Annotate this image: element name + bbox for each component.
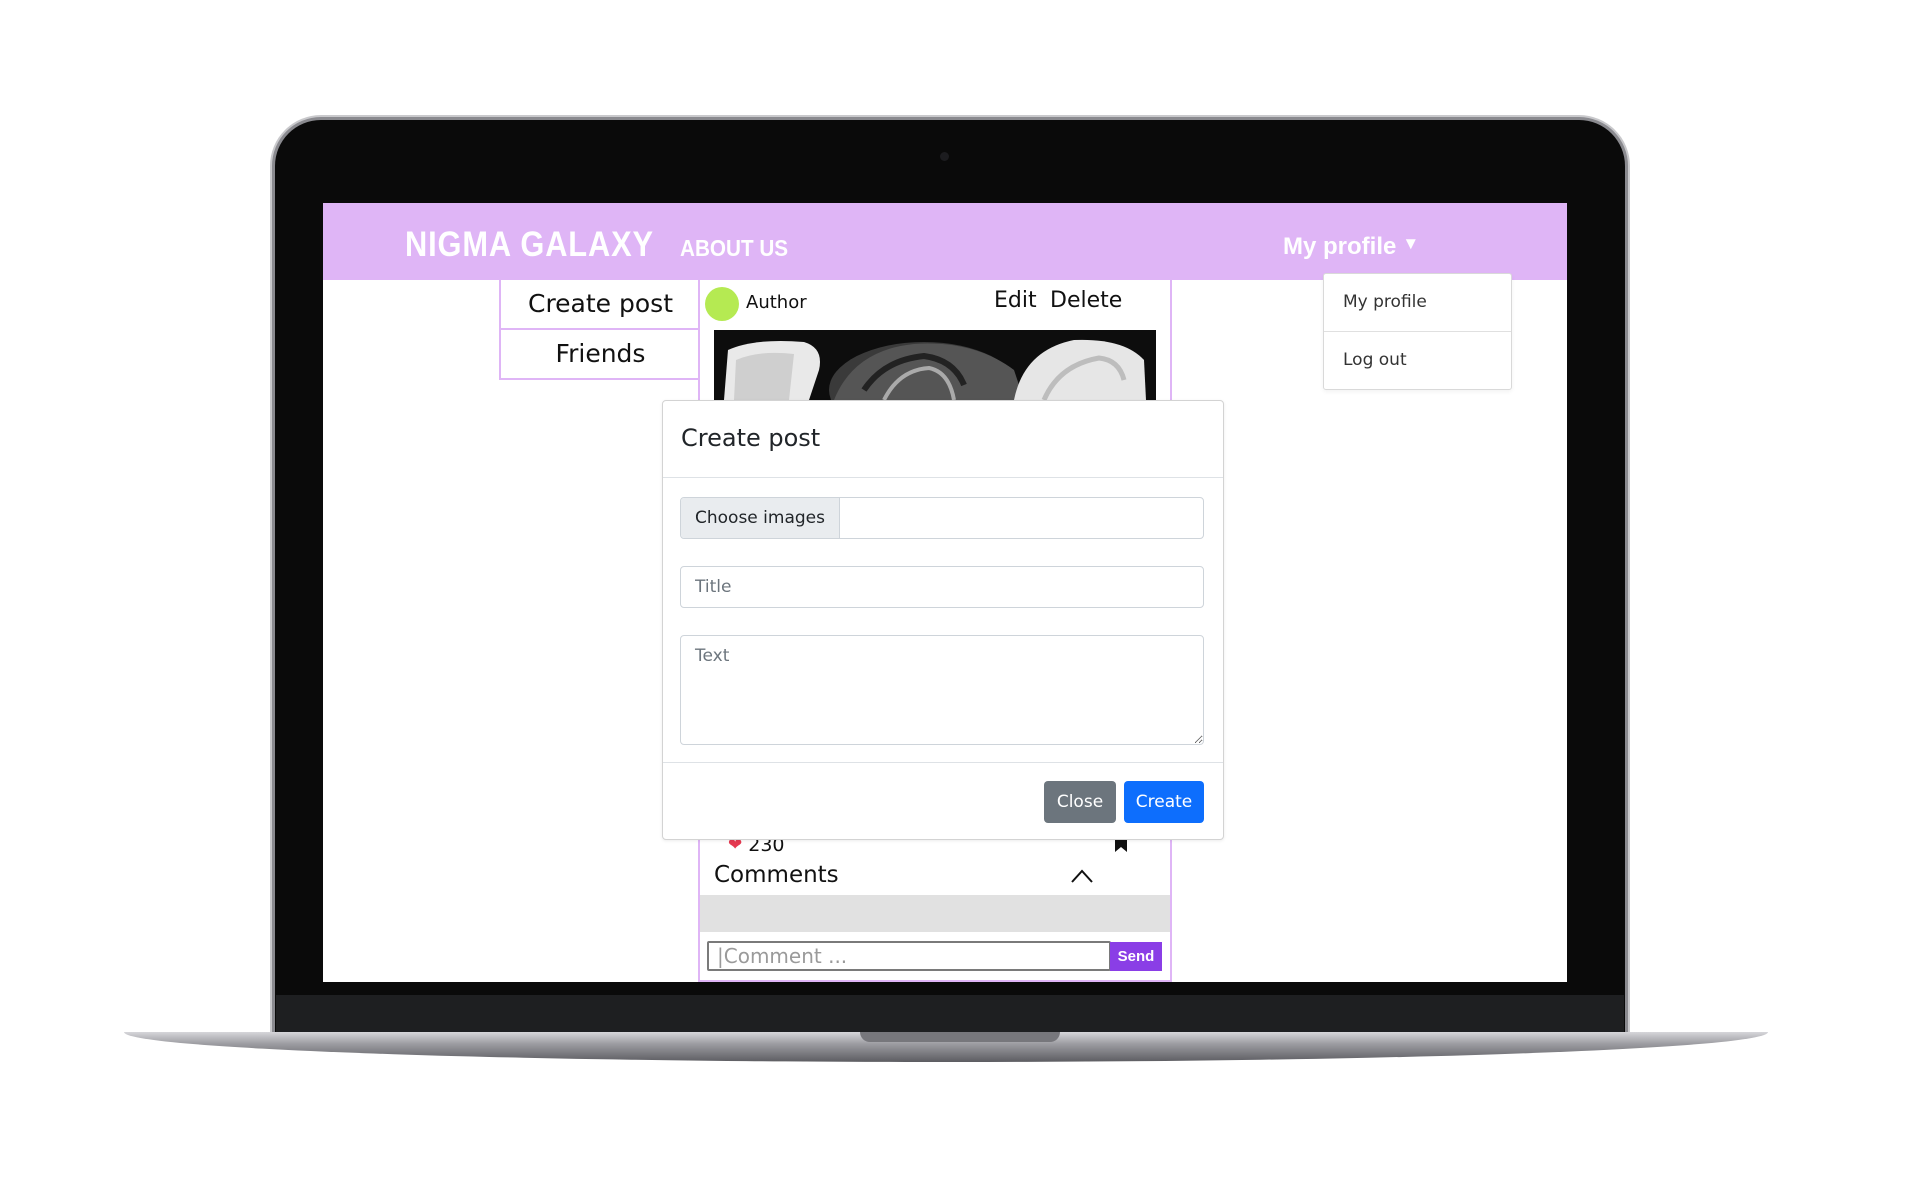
camera-icon [940, 152, 949, 161]
modal-title: Create post [681, 424, 821, 452]
chevron-up-icon[interactable] [1070, 868, 1094, 884]
text-field[interactable] [680, 635, 1204, 745]
modal-header: Create post [663, 401, 1223, 478]
profile-menu-label: My profile [1283, 233, 1397, 260]
choose-images-button[interactable]: Choose images [681, 498, 840, 538]
modal-footer: Close Create [663, 763, 1223, 839]
dropdown-item-my-profile[interactable]: My profile [1324, 274, 1511, 332]
comments-list [700, 895, 1170, 932]
profile-dropdown: My profile Log out [1323, 273, 1512, 390]
screen: NIGMA GALAXY ABOUT US My profile ▼ My pr… [323, 203, 1567, 982]
post-image[interactable] [714, 330, 1156, 400]
side-item-friends[interactable]: Friends [501, 328, 700, 378]
edit-post-button[interactable]: Edit [994, 288, 1037, 313]
post-author[interactable]: Author [746, 292, 807, 313]
caret-down-icon: ▼ [1402, 234, 1420, 253]
post-photo [714, 330, 1156, 400]
profile-menu-toggle[interactable]: My profile ▼ [1283, 233, 1419, 261]
create-button[interactable]: Create [1124, 781, 1204, 823]
send-comment-button[interactable]: Send [1110, 942, 1162, 971]
laptop-bezel-bottom [276, 995, 1624, 1035]
create-post-modal: Create post Choose images Close Create [662, 400, 1224, 840]
close-button[interactable]: Close [1044, 781, 1116, 823]
navbar: NIGMA GALAXY ABOUT US My profile ▼ [323, 203, 1567, 280]
comment-input[interactable] [707, 941, 1111, 971]
laptop-notch [860, 1032, 1060, 1042]
avatar[interactable] [705, 287, 739, 321]
brand-logo[interactable]: NIGMA GALAXY [405, 225, 654, 265]
comments-title: Comments [714, 862, 839, 888]
dropdown-item-log-out[interactable]: Log out [1324, 332, 1511, 389]
side-menu: Create post Friends [499, 280, 702, 380]
title-field[interactable] [680, 566, 1204, 608]
image-file-input[interactable]: Choose images [680, 497, 1204, 539]
delete-post-button[interactable]: Delete [1050, 288, 1122, 313]
about-us-link[interactable]: ABOUT US [680, 235, 788, 262]
side-item-create-post[interactable]: Create post [501, 280, 700, 328]
modal-body: Choose images [663, 478, 1223, 763]
